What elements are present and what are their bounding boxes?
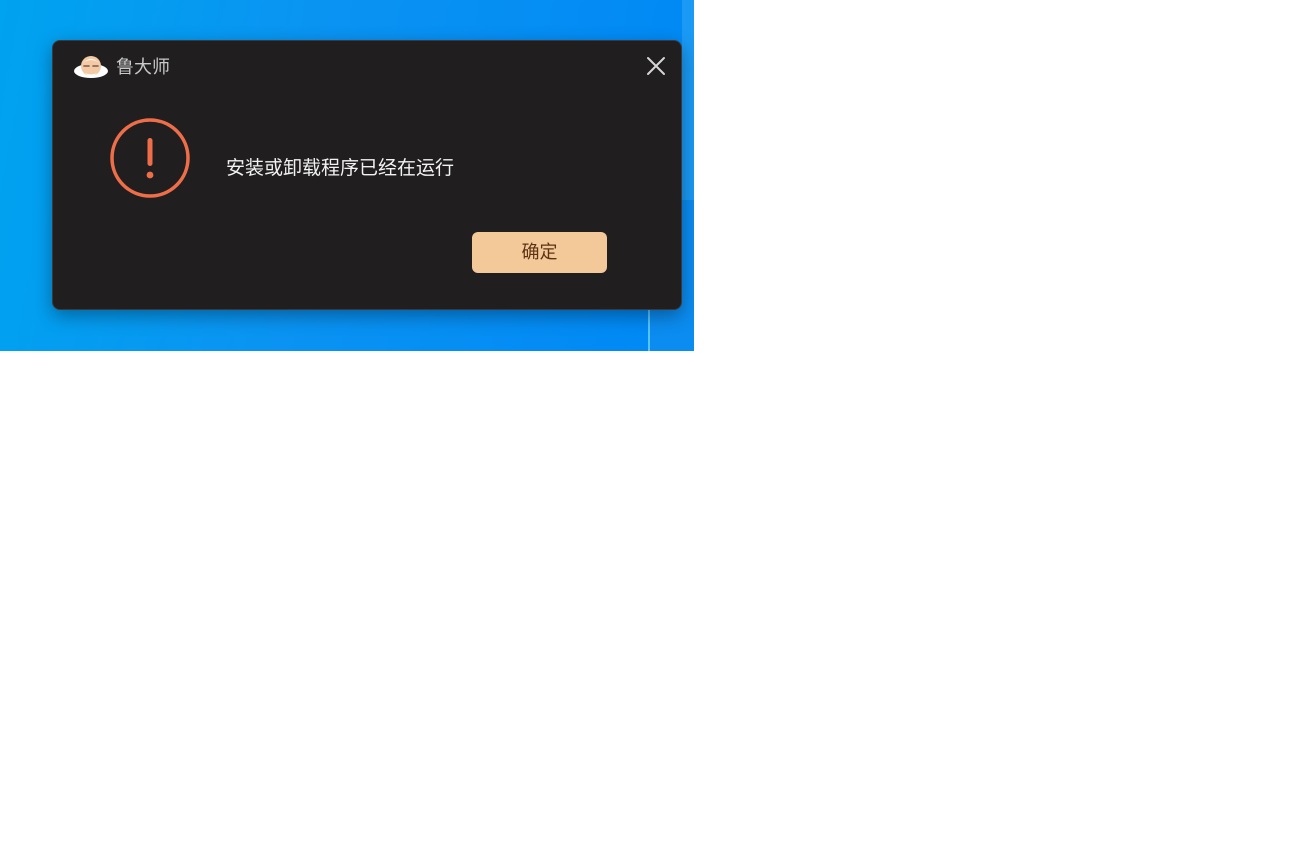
desktop-wallpaper-pane xyxy=(682,0,694,200)
ok-button[interactable]: 确定 xyxy=(472,232,607,273)
alert-dialog: 鲁大师 安装或卸载程序已经在运行 确定 xyxy=(52,40,682,310)
desktop-background: 鲁大师 安装或卸载程序已经在运行 确定 xyxy=(0,0,694,351)
close-icon[interactable] xyxy=(643,53,669,79)
alert-message: 安装或卸载程序已经在运行 xyxy=(226,157,455,179)
dialog-titlebar[interactable]: 鲁大师 xyxy=(53,41,681,95)
app-title: 鲁大师 xyxy=(116,57,170,78)
warning-exclamation-circle-icon xyxy=(108,116,192,200)
ludashi-mascot-icon xyxy=(73,53,109,83)
